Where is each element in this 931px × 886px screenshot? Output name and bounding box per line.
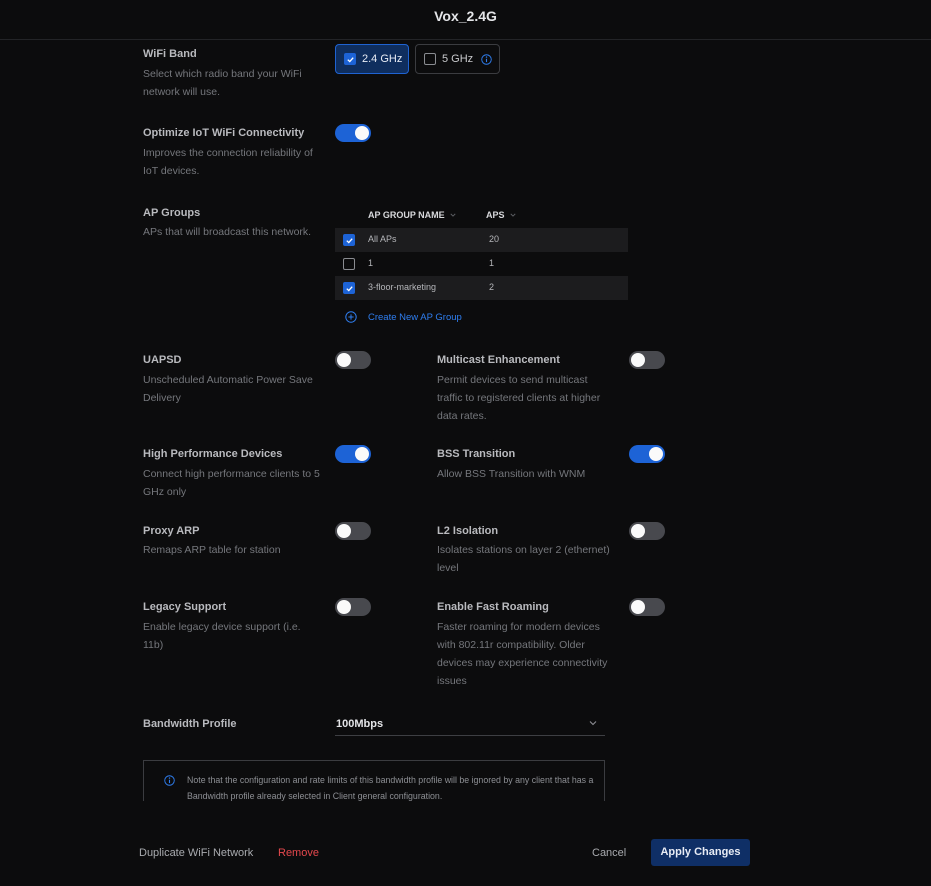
uapsd-label: UAPSD (143, 354, 182, 366)
band-2-4ghz-label: 2.4 GHz (362, 53, 403, 65)
bandwidth-profile-label: Bandwidth Profile (143, 718, 237, 730)
column-header-aps[interactable]: APS (486, 210, 516, 220)
bandwidth-note-text: Note that the configuration and rate lim… (187, 775, 594, 801)
proxy-arp-description: Remaps ARP table for station (143, 544, 281, 556)
bss-transition-description: Allow BSS Transition with WNM (437, 468, 586, 480)
check-icon[interactable] (343, 282, 355, 294)
high-performance-description: Connect high performance clients to 5 GH… (143, 468, 320, 498)
wifi-band-label: WiFi Band (143, 48, 197, 60)
ap-groups-description: APs that will broadcast this network. (143, 226, 312, 238)
bandwidth-profile-select[interactable]: 100Mbps (335, 712, 605, 736)
create-ap-group-link[interactable]: Create New AP Group (345, 311, 462, 323)
ap-group-name: All APs (368, 234, 397, 244)
checkbox-empty[interactable] (343, 258, 355, 270)
checkbox-empty (424, 53, 436, 65)
apply-changes-button[interactable]: Apply Changes (651, 839, 750, 866)
bss-transition-label: BSS Transition (437, 448, 516, 460)
optimize-iot-description: Improves the connection reliability of I… (143, 147, 313, 177)
ap-count: 20 (489, 234, 500, 244)
multicast-description: Permit devices to send multicast traffic… (437, 374, 601, 422)
l2-isolation-toggle[interactable] (629, 522, 665, 540)
fast-roaming-description: Faster roaming for modern devices with 8… (437, 621, 608, 687)
legacy-support-description: Enable legacy device support (i.e. 11b) (143, 621, 301, 651)
create-ap-group-label: Create New AP Group (368, 311, 462, 323)
proxy-arp-label: Proxy ARP (143, 525, 200, 537)
optimize-iot-toggle[interactable] (335, 124, 371, 142)
ap-group-name: 1 (368, 258, 374, 268)
bandwidth-profile-value: 100Mbps (336, 718, 384, 730)
table-row[interactable]: 1 1 (335, 252, 628, 276)
ap-groups-label: AP Groups (143, 207, 201, 219)
multicast-label: Multicast Enhancement (437, 354, 560, 366)
uapsd-description: Unscheduled Automatic Power Save Deliver… (143, 374, 313, 404)
ap-group-name: 3-floor-marketing (368, 282, 437, 292)
multicast-toggle[interactable] (629, 351, 665, 369)
high-performance-toggle[interactable] (335, 445, 371, 463)
uapsd-toggle[interactable] (335, 351, 371, 369)
l2-isolation-description: Isolates stations on layer 2 (ethernet) … (437, 544, 610, 574)
duplicate-network-button[interactable]: Duplicate WiFi Network (139, 847, 253, 859)
fast-roaming-label: Enable Fast Roaming (437, 601, 549, 613)
ap-count: 2 (489, 282, 495, 292)
legacy-support-toggle[interactable] (335, 598, 371, 616)
network-title: Vox_2.4G (434, 8, 497, 24)
column-header-name[interactable]: AP GROUP NAME (368, 210, 456, 220)
column-header-name-label: AP GROUP NAME (368, 210, 445, 220)
band-5ghz-option[interactable]: 5 GHz (415, 44, 500, 74)
bandwidth-note: Note that the configuration and rate lim… (143, 760, 605, 801)
l2-isolation-label: L2 Isolation (437, 525, 499, 537)
remove-button[interactable]: Remove (278, 847, 319, 859)
band-5ghz-label: 5 GHz (442, 53, 474, 65)
band-2-4ghz-option[interactable]: 2.4 GHz (335, 44, 409, 74)
proxy-arp-toggle[interactable] (335, 522, 371, 540)
chevron-down-icon (589, 721, 597, 726)
info-icon (164, 775, 175, 786)
cancel-button[interactable]: Cancel (592, 847, 626, 859)
wifi-band-description: Select which radio band your WiFi networ… (143, 68, 302, 98)
legacy-support-label: Legacy Support (143, 601, 227, 613)
ap-count: 1 (489, 258, 495, 268)
plus-circle-icon (345, 311, 357, 323)
info-icon[interactable] (481, 53, 492, 65)
sort-chevron-icon (450, 213, 456, 217)
modal-header: Vox_2.4G (0, 0, 931, 40)
check-icon (344, 53, 356, 65)
table-row[interactable]: 3-floor-marketing 2 (335, 276, 628, 300)
column-header-aps-label: APS (486, 210, 505, 220)
fast-roaming-toggle[interactable] (629, 598, 665, 616)
bss-transition-toggle[interactable] (629, 445, 665, 463)
table-row[interactable]: All APs 20 (335, 228, 628, 252)
optimize-iot-label: Optimize IoT WiFi Connectivity (143, 127, 305, 139)
sort-chevron-icon (509, 213, 516, 217)
check-icon[interactable] (343, 234, 355, 246)
high-performance-label: High Performance Devices (143, 448, 283, 460)
